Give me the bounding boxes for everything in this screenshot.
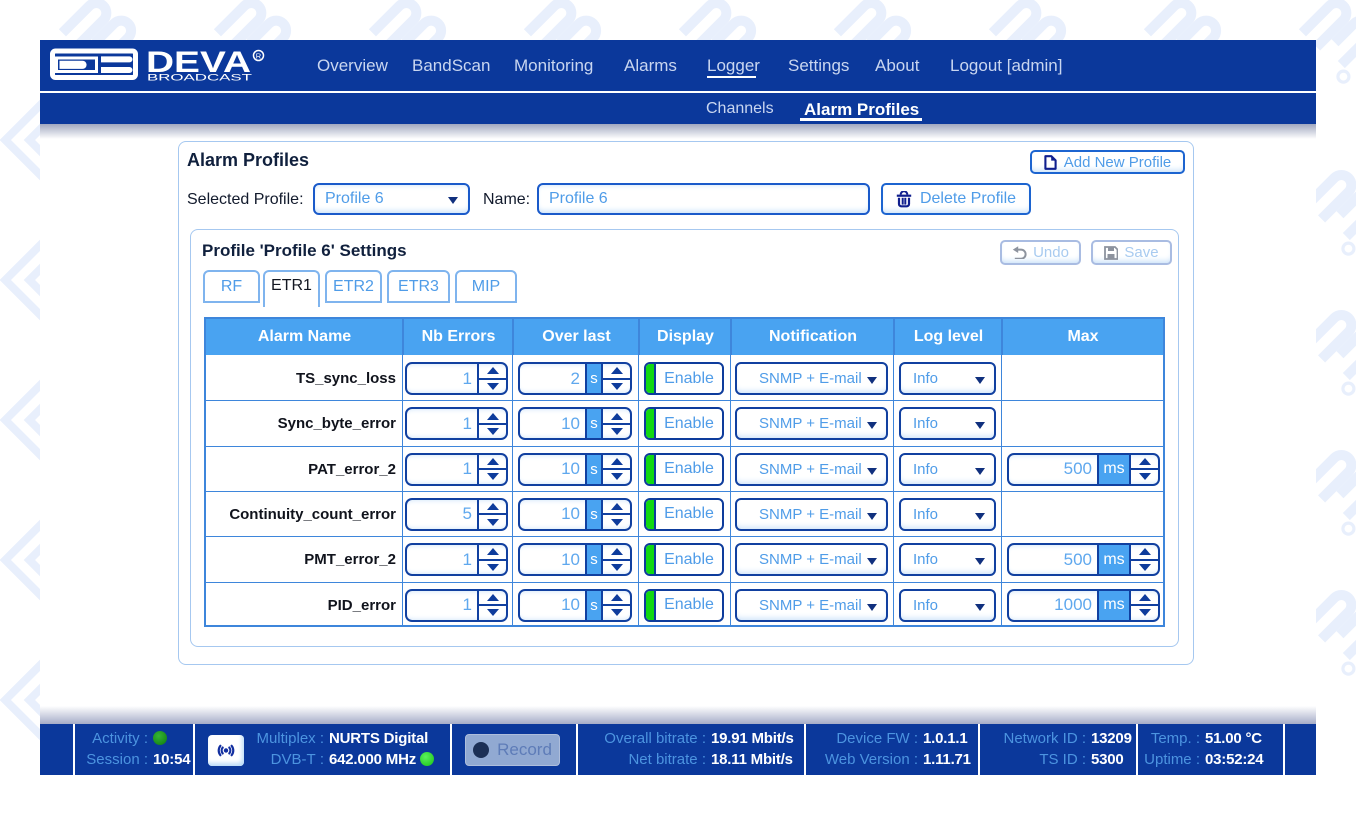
svg-text:R: R [256, 52, 262, 61]
svg-text:BROADCAST: BROADCAST [147, 73, 252, 84]
